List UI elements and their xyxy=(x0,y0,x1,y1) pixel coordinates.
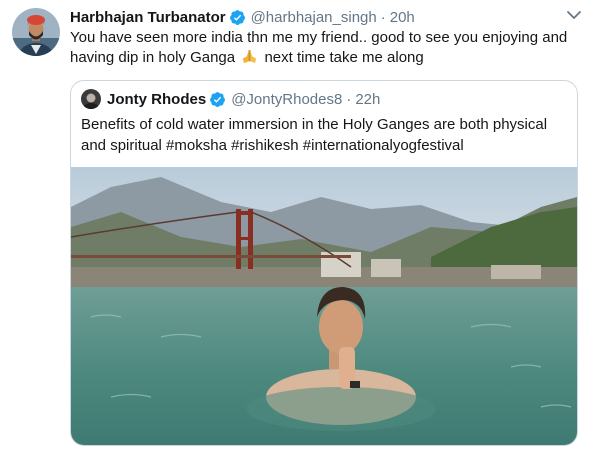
quoted-author-avatar xyxy=(81,89,101,109)
author-handle[interactable]: @harbhajan_singh xyxy=(251,9,377,26)
verified-badge-icon xyxy=(229,9,245,25)
tweet-timestamp[interactable]: 20h xyxy=(390,9,415,26)
tweet: Harbhajan Turbanator @harbhajan_singh · … xyxy=(0,0,600,450)
tweet-text-line-2: having dip in holy Ganga next time take … xyxy=(70,48,582,68)
person-avatar-icon xyxy=(12,8,60,56)
building xyxy=(491,265,541,279)
quoted-tweet-text: Benefits of cold water immersion in the … xyxy=(81,115,571,156)
chevron-down-icon[interactable] xyxy=(566,8,582,22)
tweet-header: Harbhajan Turbanator @harbhajan_singh · … xyxy=(70,7,415,27)
quoted-text-line-2: and spiritual #moksha #rishikesh #intern… xyxy=(81,136,464,154)
tweet-text-line-2-end: next time take me along xyxy=(264,48,424,66)
quoted-tweet-header: Jonty Rhodes @JontyRhodes8 · 22h xyxy=(81,89,380,109)
separator-dot: · xyxy=(380,8,386,26)
person-avatar-icon xyxy=(81,89,101,109)
author-avatar[interactable] xyxy=(12,8,60,56)
tweet-text-line-2-start: having dip in holy Ganga xyxy=(70,48,236,66)
quoted-author-name: Jonty Rhodes xyxy=(107,90,207,108)
building xyxy=(371,259,401,277)
quoted-tweet-photo xyxy=(71,167,577,445)
separator-dot: · xyxy=(346,90,352,108)
quoted-text-line-1: Benefits of cold water immersion in the … xyxy=(81,116,548,133)
quoted-tweet[interactable]: Jonty Rhodes @JontyRhodes8 · 22h Benefit… xyxy=(70,80,578,446)
verified-badge-icon xyxy=(210,91,226,107)
tweet-text-line-1: You have seen more india thn me my frien… xyxy=(70,29,568,46)
quoted-author-handle: @JontyRhodes8 xyxy=(231,90,343,108)
folded-hands-icon xyxy=(243,49,257,63)
tweet-text: You have seen more india thn me my frien… xyxy=(70,28,582,67)
author-name[interactable]: Harbhajan Turbanator xyxy=(70,9,226,26)
quoted-tweet-timestamp: 22h xyxy=(355,90,381,108)
